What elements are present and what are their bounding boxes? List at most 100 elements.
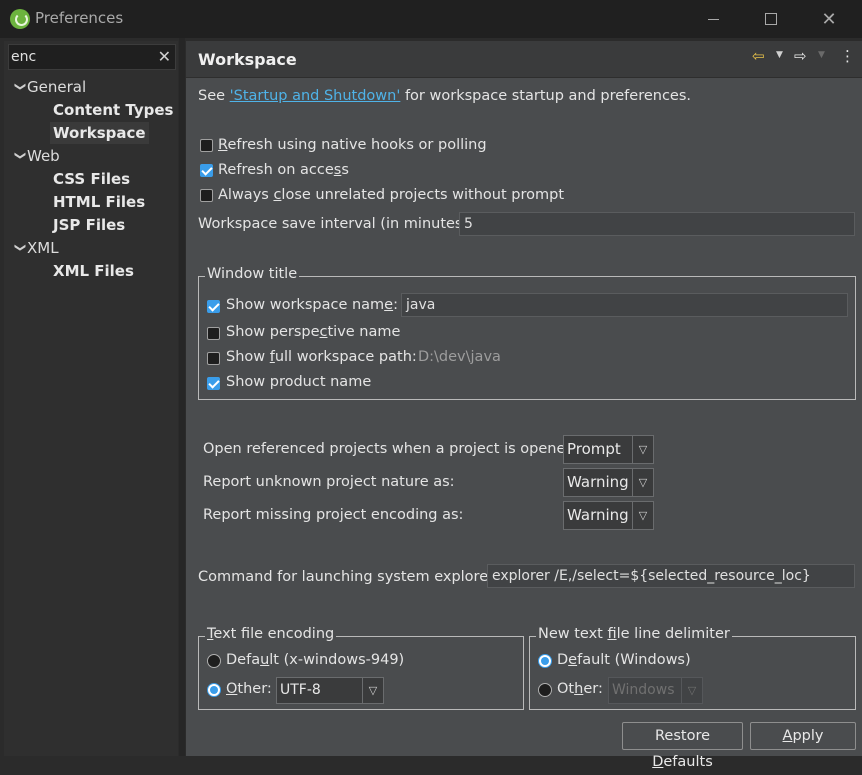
chevron-down-icon[interactable]: ❯ (9, 243, 31, 257)
tree-item-xml-files[interactable]: XML Files (53, 260, 134, 282)
label-part: fault (Windows) (577, 652, 691, 668)
show-full-path-label[interactable]: Show full workspace path: (226, 349, 417, 365)
text-file-encoding-group: Text file encoding Default (x-windows-94… (198, 626, 524, 710)
window-title: Preferences (35, 9, 124, 27)
filter-input[interactable] (11, 47, 151, 67)
tree-item-xml[interactable]: ❯XML (13, 237, 59, 259)
encoding-select[interactable]: UTF-8 ▽ (276, 677, 384, 704)
mnemonic: f (607, 626, 617, 642)
tree-item-web[interactable]: ❯Web (13, 145, 60, 167)
show-product-name-label[interactable]: Show product name (226, 374, 371, 390)
chevron-down-icon[interactable]: ▽ (632, 502, 653, 529)
refresh-access-label[interactable]: Refresh on access (218, 162, 349, 178)
tree-item-label: JSP Files (53, 216, 126, 234)
preferences-tree-pane: ✕ ❯General Content Types Workspace ❯Web … (4, 41, 178, 756)
refresh-access-checkbox[interactable] (200, 164, 213, 177)
save-interval-input[interactable]: 5 (459, 212, 855, 236)
restore-defaults-button[interactable]: Restore Defaults (622, 722, 743, 770)
label-part: D (557, 652, 569, 668)
chevron-down-icon[interactable]: ❯ (9, 82, 31, 96)
tree-item-html-files[interactable]: HTML Files (53, 191, 145, 213)
encoding-other-radio[interactable] (207, 683, 221, 697)
view-menu-icon[interactable]: ⋮ (840, 47, 855, 65)
label-part: Show workspace nam (226, 297, 385, 313)
tree-item-content-types[interactable]: Content Types (53, 99, 173, 121)
window-title-group-label: Window title (205, 266, 300, 282)
selected-value: Prompt (567, 440, 621, 458)
label-part: tive name (327, 324, 401, 340)
clear-filter-icon[interactable]: ✕ (158, 47, 171, 66)
maximize-button[interactable] (742, 0, 800, 38)
label-part: efresh using native hooks or polling (227, 137, 487, 153)
startup-shutdown-link[interactable]: 'Startup and Shutdown' (230, 88, 401, 104)
tree-item-workspace[interactable]: Workspace (50, 122, 149, 144)
label-part: lt (x-windows-949) (269, 652, 405, 668)
selected-value: Windows (612, 682, 675, 698)
tree-item-label: XML Files (53, 262, 134, 280)
filter-box: ✕ (8, 44, 176, 70)
chevron-down-icon[interactable]: ▽ (681, 678, 702, 703)
open-referenced-select[interactable]: Prompt ▽ (563, 435, 654, 464)
title-bar: Preferences ✕ (0, 0, 862, 38)
tree-item-label: General (27, 78, 87, 96)
intro-prefix: See (198, 88, 230, 104)
maximize-icon (765, 13, 777, 25)
forward-history-chevron-icon[interactable]: ▼ (818, 50, 825, 60)
chevron-down-icon[interactable]: ▽ (632, 469, 653, 496)
tree-item-label: Web (27, 147, 60, 165)
close-button[interactable]: ✕ (800, 0, 858, 38)
label-part: ext file encoding (213, 626, 335, 642)
show-workspace-name-label[interactable]: Show workspace name: (226, 297, 398, 313)
selected-value: UTF-8 (280, 682, 321, 698)
label-part: New text (538, 626, 608, 642)
delimiter-other-label[interactable]: Other: (557, 681, 603, 697)
explorer-command-input[interactable]: explorer /E,/select=${selected_resource_… (487, 564, 855, 588)
tree-item-css-files[interactable]: CSS Files (53, 168, 130, 190)
label-part: efaults (663, 754, 713, 770)
delimiter-default-radio[interactable] (538, 654, 552, 668)
encoding-default-label[interactable]: Default (x-windows-949) (226, 652, 404, 668)
encoding-other-label[interactable]: Other: (226, 681, 272, 697)
back-arrow-icon[interactable]: ⇦ (752, 47, 765, 65)
show-full-path-checkbox[interactable] (207, 352, 220, 365)
apply-button[interactable]: Apply (750, 722, 856, 750)
pane-sash[interactable] (179, 38, 185, 756)
label-part: ull workspace path: (274, 349, 417, 365)
chevron-down-icon[interactable]: ❯ (9, 151, 31, 165)
show-perspective-checkbox[interactable] (207, 327, 220, 340)
close-icon: ✕ (821, 8, 837, 30)
refresh-native-label[interactable]: Refresh using native hooks or polling (218, 137, 487, 153)
tree-item-label: XML (27, 239, 59, 257)
text-file-encoding-label: Text file encoding (205, 626, 337, 642)
back-history-chevron-icon[interactable]: ▼ (776, 50, 783, 60)
refresh-native-checkbox[interactable] (200, 139, 213, 152)
always-close-label[interactable]: Always close unrelated projects without … (218, 187, 564, 203)
delimiter-other-radio[interactable] (538, 683, 552, 697)
label-part: ther: (237, 681, 272, 697)
delimiter-default-label[interactable]: Default (Windows) (557, 652, 691, 668)
encoding-default-radio[interactable] (207, 654, 221, 668)
full-path-value: D:\dev\java (418, 349, 501, 365)
unknown-nature-select[interactable]: Warning ▽ (563, 468, 654, 497)
chevron-down-icon[interactable]: ▽ (362, 678, 383, 703)
delimiter-select[interactable]: Windows ▽ (608, 677, 703, 704)
label-part: s (341, 162, 349, 178)
tree-item-label: Content Types (53, 101, 174, 119)
mnemonic: O (226, 681, 238, 697)
show-workspace-name-checkbox[interactable] (207, 300, 220, 313)
workspace-name-input[interactable]: java (401, 293, 848, 317)
minimize-icon (707, 18, 719, 20)
always-close-checkbox[interactable] (200, 189, 213, 202)
minimize-button[interactable] (684, 0, 742, 38)
label-part: Defa (226, 652, 261, 668)
show-perspective-label[interactable]: Show perspective name (226, 324, 400, 340)
tree-item-jsp-files[interactable]: JSP Files (53, 214, 125, 236)
show-product-name-checkbox[interactable] (207, 377, 220, 390)
chevron-down-icon[interactable]: ▽ (632, 436, 653, 463)
tree-item-general[interactable]: ❯General (13, 76, 86, 98)
mnemonic: h (574, 681, 584, 697)
missing-encoding-select[interactable]: Warning ▽ (563, 501, 654, 530)
page-title: Workspace (198, 50, 297, 69)
forward-arrow-icon[interactable]: ⇨ (794, 47, 807, 65)
mnemonic: e (384, 297, 394, 313)
